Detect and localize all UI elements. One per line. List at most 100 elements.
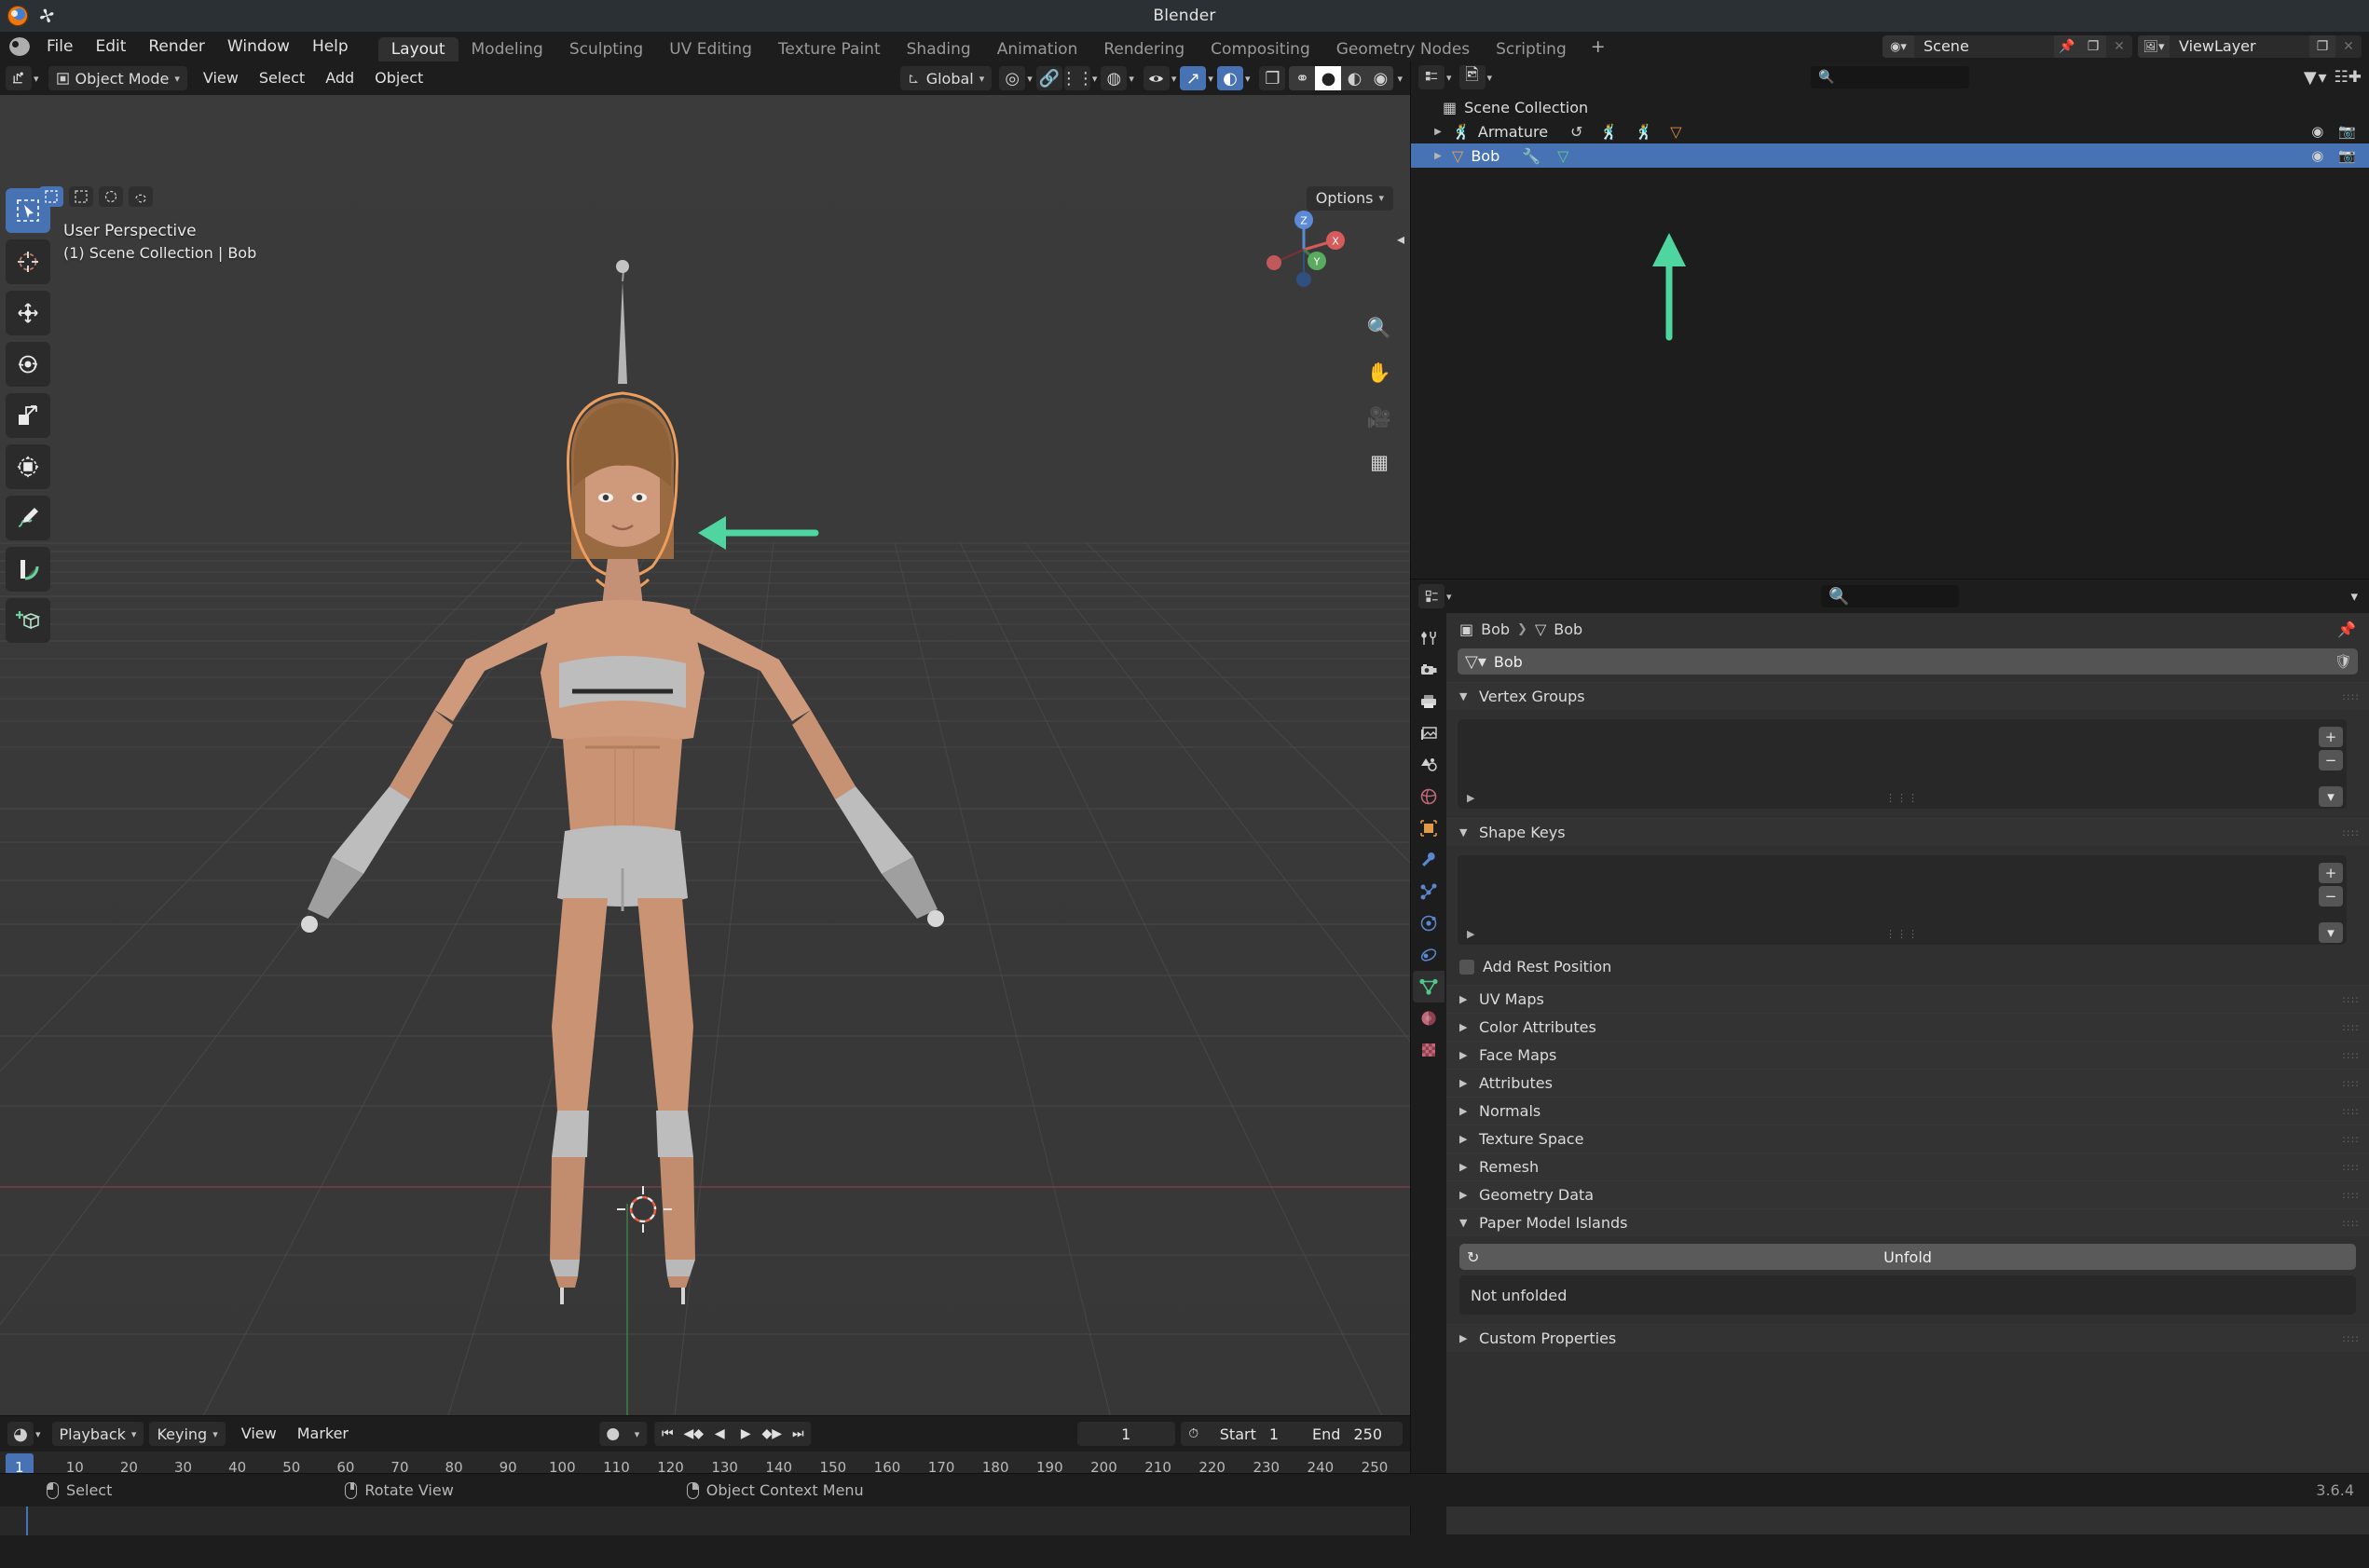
- unfold-button[interactable]: ↻ Unfold: [1459, 1244, 2356, 1270]
- chevron-down-icon[interactable]: ▾: [1129, 73, 1134, 85]
- tab-animation[interactable]: Animation: [984, 37, 1091, 61]
- tab-particles-icon[interactable]: [1413, 876, 1445, 907]
- outliner-display-mode[interactable]: 🖻 ▾: [1458, 65, 1493, 89]
- chevron-down-icon[interactable]: ▾: [1208, 73, 1213, 85]
- transform-orientation-selector[interactable]: Global ▾: [899, 66, 993, 90]
- tool-rotate[interactable]: [6, 342, 50, 387]
- hide-in-viewport-icon[interactable]: ◉: [2311, 147, 2323, 164]
- jump-to-end-icon[interactable]: ⏭: [785, 1422, 811, 1446]
- shape-keys-list[interactable]: ▶ ⋮⋮⋮ + − ▾: [1458, 855, 2347, 945]
- use-preview-range-icon[interactable]: ⏱: [1181, 1422, 1207, 1446]
- hide-in-viewport-icon[interactable]: ◉: [2311, 123, 2323, 140]
- viewlayer-selector[interactable]: 🖼▾ ViewLayer ❐ ✕: [2138, 35, 2362, 58]
- tab-output-icon[interactable]: [1413, 686, 1445, 717]
- outliner-search-field[interactable]: [1840, 69, 2021, 86]
- proportional-edit-icon[interactable]: ◍: [1101, 66, 1128, 90]
- zoom-icon[interactable]: 🔍: [1365, 314, 1393, 342]
- armature-data-icon[interactable]: 🕺: [1599, 123, 1618, 141]
- prev-keyframe-icon[interactable]: ◀◆: [680, 1422, 706, 1446]
- add-rest-position-row[interactable]: Add Rest Position: [1446, 954, 2369, 985]
- menu-window[interactable]: Window: [216, 32, 301, 61]
- outliner-row-bob[interactable]: ▶ ▽ Bob 🔧 ▽ ◉ 📷: [1411, 143, 2369, 168]
- pan-hand-icon[interactable]: ✋: [1365, 359, 1393, 387]
- rendered-shading-icon[interactable]: ◉: [1367, 66, 1394, 90]
- blender-menu-icon[interactable]: [9, 37, 30, 56]
- drag-grip-icon[interactable]: ::::: [2342, 1022, 2360, 1032]
- fake-user-shield-icon[interactable]: 🛡: [2335, 653, 2352, 670]
- outliner-search-input[interactable]: 🔍: [1811, 66, 2021, 89]
- menu-file[interactable]: File: [35, 32, 84, 61]
- remove-vertex-group-button[interactable]: −: [2319, 750, 2343, 770]
- drag-grip-icon[interactable]: ::::: [2342, 1134, 2360, 1144]
- tab-world-icon[interactable]: [1413, 781, 1445, 812]
- tab-render-icon[interactable]: [1413, 654, 1445, 686]
- drag-grip-icon[interactable]: ::::: [2342, 691, 2360, 702]
- vertex-group-specials-button[interactable]: ▾: [2319, 786, 2343, 807]
- tab-layout[interactable]: Layout: [377, 37, 459, 61]
- visibility-eye-icon[interactable]: [1143, 66, 1170, 90]
- material-preview-icon[interactable]: ◐: [1341, 66, 1368, 90]
- drag-grip-icon[interactable]: ::::: [2342, 1333, 2360, 1343]
- panel-texture-space[interactable]: ▶ Texture Space ::::: [1446, 1125, 2369, 1152]
- properties-icon[interactable]: [1418, 584, 1445, 608]
- tab-object-icon[interactable]: [1413, 812, 1445, 844]
- delete-viewlayer-icon[interactable]: ✕: [2335, 35, 2362, 58]
- camera-view-icon[interactable]: 🎥: [1365, 403, 1393, 431]
- box-select-icon[interactable]: [69, 186, 93, 207]
- chevron-down-icon[interactable]: ▾: [174, 73, 180, 85]
- xray-toggle-icon[interactable]: ❐: [1259, 66, 1286, 90]
- properties-options-chevron-icon[interactable]: ▾: [2350, 588, 2358, 605]
- shape-key-specials-button[interactable]: ▾: [2319, 922, 2343, 943]
- drag-grip-icon[interactable]: ::::: [2342, 1050, 2360, 1060]
- chevron-down-icon[interactable]: ▾: [34, 73, 39, 85]
- outliner-editor[interactable]: ▾ 🖻 ▾ 🔍 ▼ ▾ ☷✚ ▦ Scene Collection ▶ 🕺 Ar…: [1410, 61, 2369, 579]
- add-shape-key-button[interactable]: +: [2319, 863, 2343, 883]
- viewlayer-name[interactable]: ViewLayer: [2170, 35, 2309, 58]
- viewport-menu-object[interactable]: Object: [364, 66, 433, 90]
- chevron-down-icon[interactable]: ▾: [1487, 72, 1493, 84]
- lasso-select-icon[interactable]: [129, 186, 153, 207]
- chevron-down-icon[interactable]: ▾: [35, 1428, 41, 1440]
- tab-compositing[interactable]: Compositing: [1198, 37, 1323, 61]
- chevron-down-icon[interactable]: ▾: [1245, 73, 1251, 85]
- auto-keying-group[interactable]: ▾: [598, 1422, 648, 1446]
- filter-icon[interactable]: ▼ ▾: [2304, 68, 2327, 88]
- new-scene-icon[interactable]: ❐: [2080, 35, 2106, 58]
- tool-annotate[interactable]: [6, 496, 50, 540]
- play-reverse-icon[interactable]: ◀: [706, 1422, 733, 1446]
- panel-shape-keys[interactable]: ▼ Shape Keys ::::: [1446, 818, 2369, 846]
- disable-in-renders-icon[interactable]: 📷: [2338, 147, 2356, 164]
- add-workspace-button[interactable]: +: [1580, 32, 1617, 61]
- sidebar-collapse-icon[interactable]: ◂: [1397, 230, 1404, 248]
- outliner-row-scene-collection[interactable]: ▦ Scene Collection: [1411, 95, 2369, 119]
- circle-select-icon[interactable]: [99, 186, 123, 207]
- tool-scale[interactable]: [6, 393, 50, 438]
- tab-scene-icon[interactable]: [1413, 749, 1445, 781]
- navigation-gizmo[interactable]: Z X Y: [1261, 207, 1347, 293]
- magnet-icon[interactable]: 🔗: [1035, 66, 1062, 90]
- chevron-down-icon[interactable]: ▾: [627, 1428, 648, 1440]
- scene-icon[interactable]: ◉▾: [1883, 35, 1914, 58]
- toggle-orthographic-icon[interactable]: ▦: [1365, 448, 1393, 476]
- tab-texture-icon[interactable]: [1413, 1034, 1445, 1066]
- tab-modifier-icon[interactable]: [1413, 844, 1445, 876]
- chevron-down-icon[interactable]: ▾: [212, 1428, 218, 1440]
- view-layer-icon[interactable]: 🖻: [1458, 65, 1486, 89]
- chevron-down-icon[interactable]: ▾: [1397, 73, 1403, 85]
- new-viewlayer-icon[interactable]: ❐: [2309, 35, 2335, 58]
- drag-grip-icon[interactable]: ::::: [2342, 1190, 2360, 1200]
- wireframe-shading-icon[interactable]: ⚭: [1289, 66, 1316, 90]
- panel-geometry-data[interactable]: ▶ Geometry Data ::::: [1446, 1180, 2369, 1208]
- breadcrumb-object[interactable]: Bob: [1481, 620, 1510, 638]
- tab-constraint-icon[interactable]: [1413, 939, 1445, 971]
- chevron-down-icon[interactable]: ▾: [1092, 73, 1098, 85]
- tool-move[interactable]: [6, 291, 50, 335]
- tab-texture-paint[interactable]: Texture Paint: [765, 37, 894, 61]
- drag-grip-icon[interactable]: ::::: [2342, 1078, 2360, 1088]
- modifier-icon[interactable]: 🔧: [1522, 147, 1541, 165]
- panel-color-attributes[interactable]: ▶ Color Attributes ::::: [1446, 1013, 2369, 1041]
- chevron-right-icon[interactable]: ▶: [1431, 127, 1445, 137]
- panel-uv-maps[interactable]: ▶ UV Maps ::::: [1446, 985, 2369, 1013]
- tab-viewlayer-icon[interactable]: [1413, 717, 1445, 749]
- tab-rendering[interactable]: Rendering: [1090, 37, 1198, 61]
